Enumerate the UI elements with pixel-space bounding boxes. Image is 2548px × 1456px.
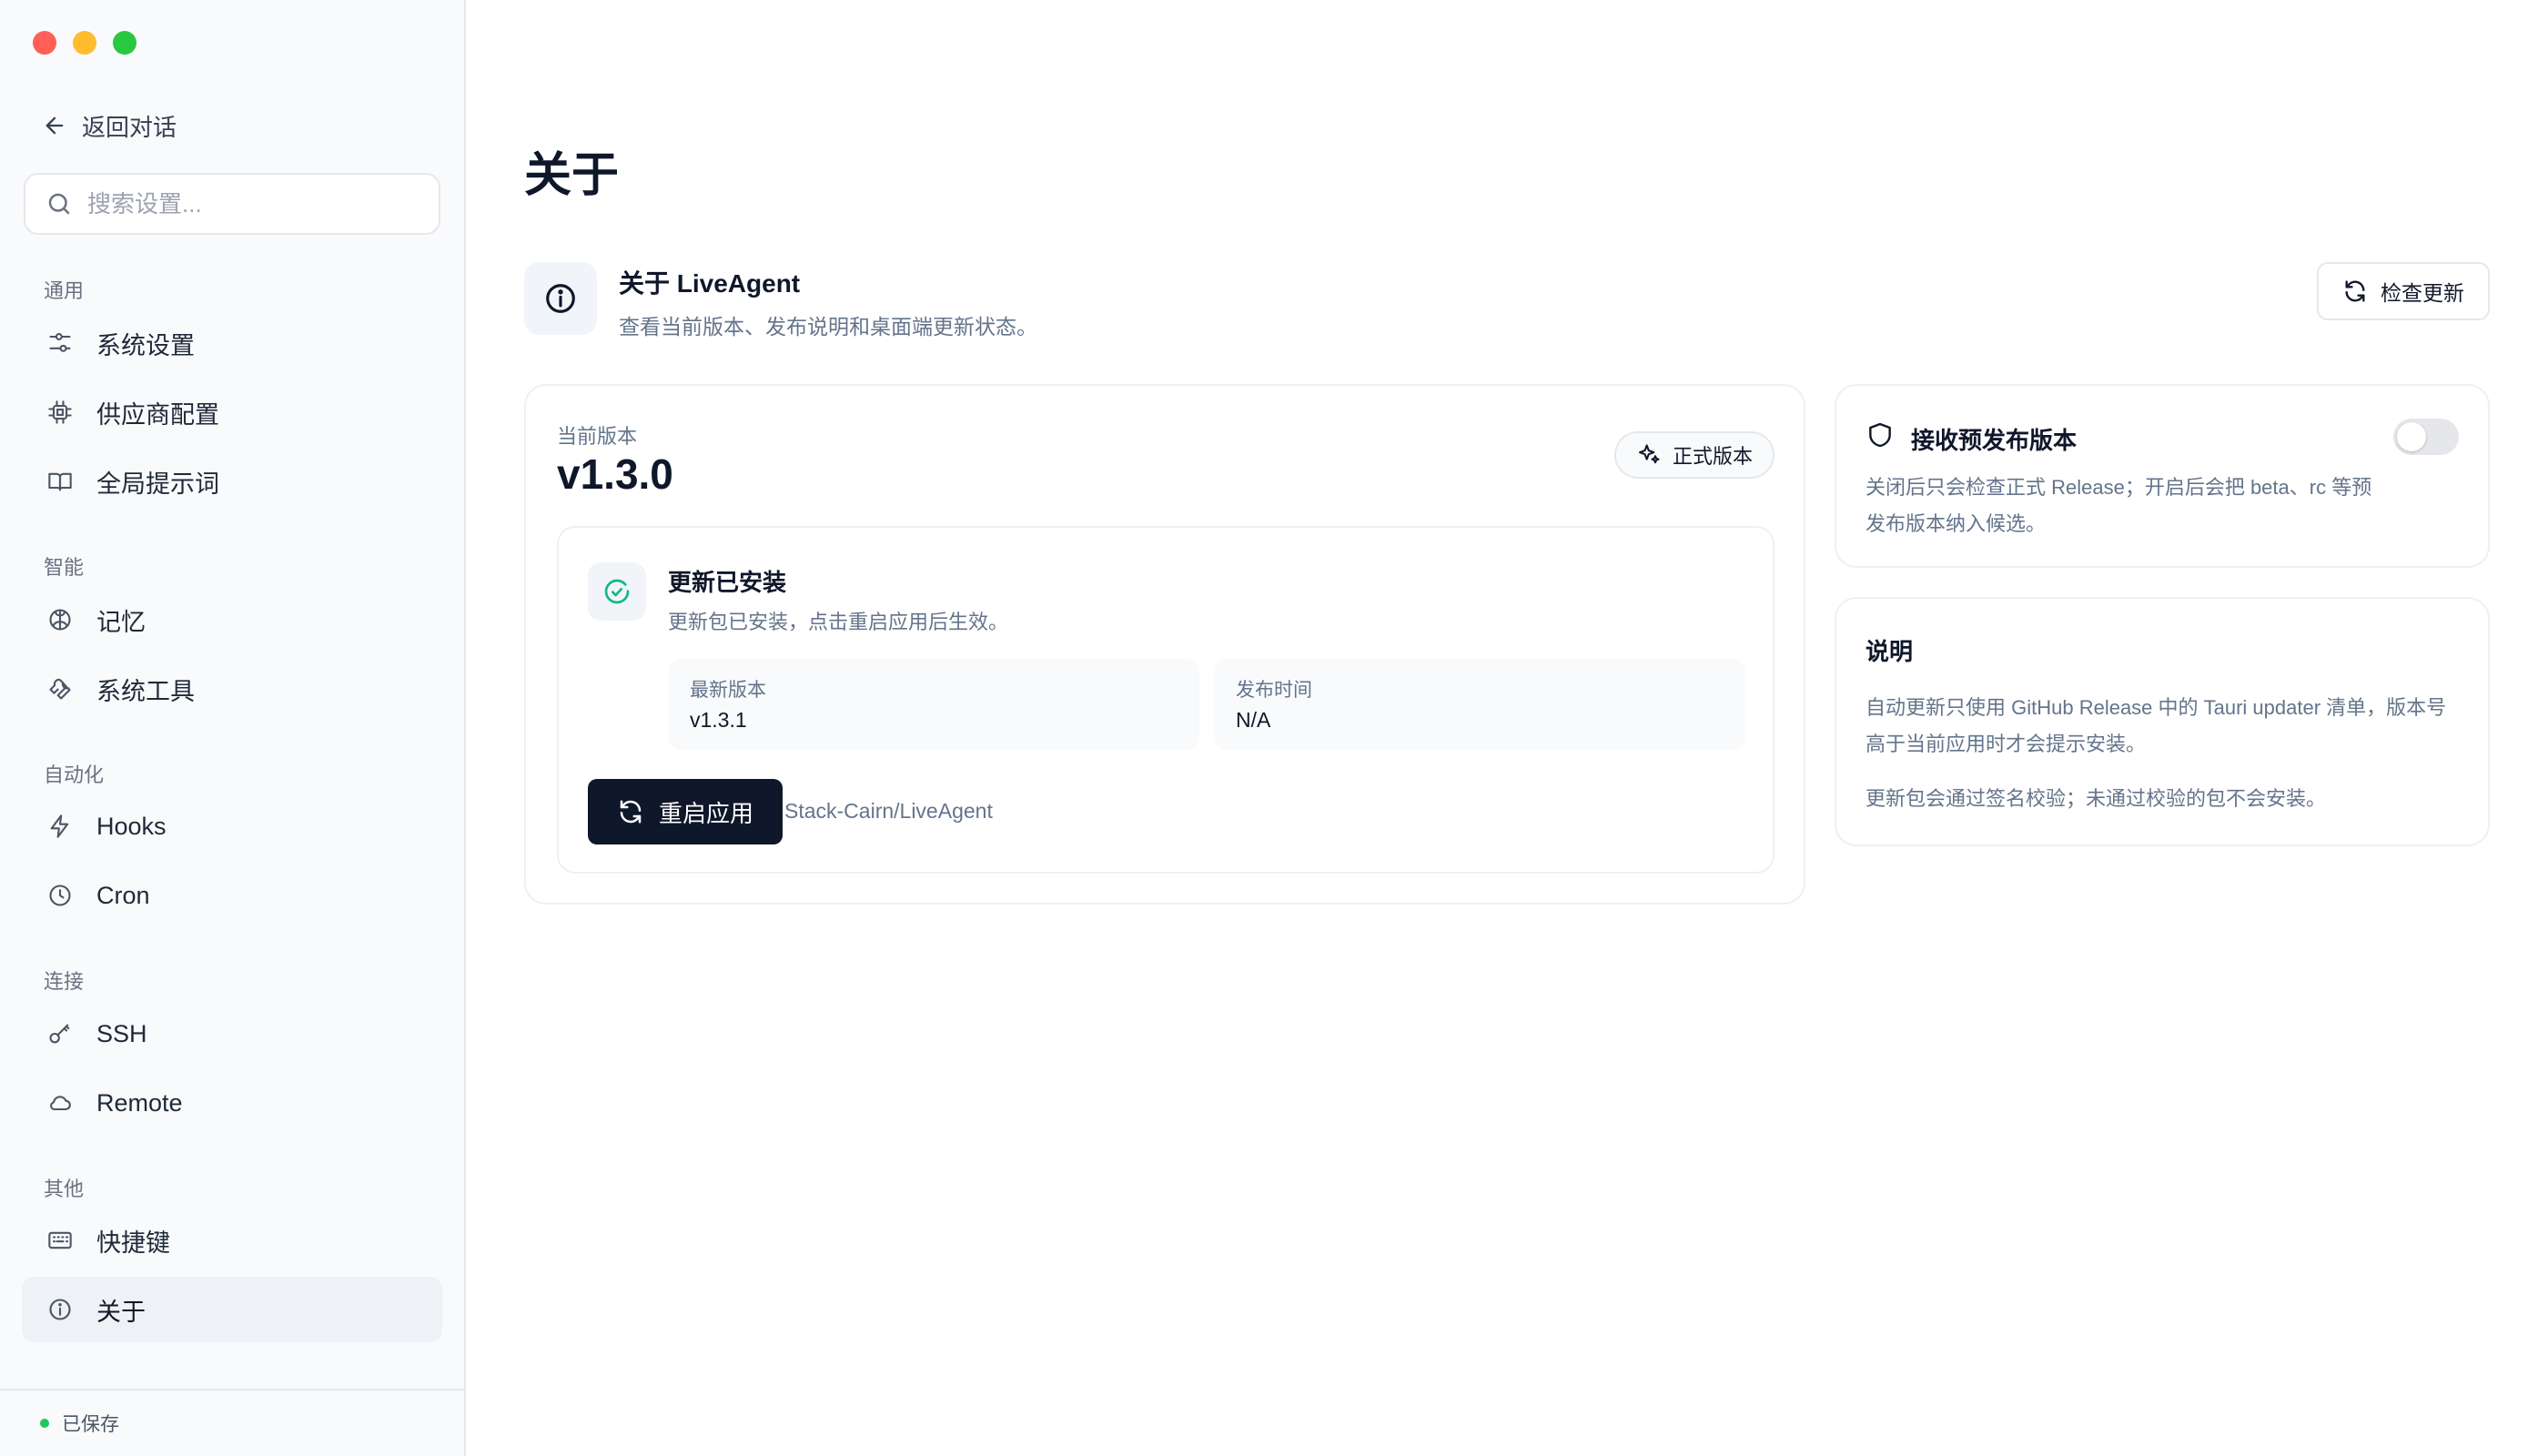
search-icon — [48, 193, 70, 215]
about-title: 关于 LiveAgent — [619, 269, 801, 298]
sidebar-item-system-tools[interactable]: 系统工具 — [22, 656, 442, 722]
save-status: 已保存 — [0, 1389, 464, 1456]
nav-section-other: 其他 — [44, 1178, 85, 1200]
sidebar-item-label: 系统设置 — [96, 331, 195, 359]
notes-paragraph: 更新包会通过签名校验；未通过校验的包不会安装。 — [1866, 787, 2327, 810]
repo-link[interactable]: Stack-Cairn/LiveAgent — [784, 799, 993, 824]
wrench-icon — [49, 678, 71, 700]
sidebar-item-system-settings[interactable]: 系统设置 — [22, 310, 442, 376]
settings-window: 返回对话 通用 系统设置 供应商配置 全局提示词 智能 记忆 系统工具 — [0, 0, 2548, 1456]
notes-paragraph: 自动更新只使用 GitHub Release 中的 Tauri updater … — [1866, 696, 2447, 755]
shield-icon — [1869, 422, 1891, 448]
sidebar-item-label: 记忆 — [96, 608, 146, 636]
release-date-value: N/A — [1236, 708, 1271, 732]
check-update-label: 检查更新 — [2381, 281, 2464, 305]
arrow-left-icon — [46, 116, 64, 135]
sidebar-item-cron[interactable]: Cron — [22, 863, 442, 928]
latest-version-value: v1.3.1 — [690, 708, 747, 732]
restart-app-button[interactable]: 重启应用 — [588, 779, 784, 844]
back-to-chat-link[interactable]: 返回对话 — [42, 107, 177, 144]
latest-version-box: 最新版本 v1.3.1 — [668, 659, 1199, 750]
brain-icon — [49, 609, 71, 631]
cloud-icon — [50, 1096, 71, 1111]
key-icon — [49, 1024, 70, 1044]
sidebar-item-label: Remote — [96, 1088, 183, 1117]
sidebar-item-global-prompt[interactable]: 全局提示词 — [22, 449, 442, 514]
info-icon — [49, 1299, 71, 1320]
sidebar-item-label: 系统工具 — [96, 677, 195, 705]
settings-search-input[interactable] — [87, 189, 415, 218]
sidebar-item-label: SSH — [96, 1019, 147, 1047]
about-header: 关于 LiveAgent 查看当前版本、发布说明和桌面端更新状态。 检查更新 — [524, 262, 2490, 339]
book-icon — [48, 472, 72, 491]
refresh-icon — [2345, 280, 2365, 302]
status-dot-icon — [40, 1419, 49, 1428]
sidebar-item-remote[interactable]: Remote — [22, 1070, 442, 1136]
release-date-box: 发布时间 N/A — [1214, 659, 1745, 750]
page-title: 关于 — [524, 149, 620, 202]
sliders-icon — [49, 333, 71, 352]
nav-section-automation: 自动化 — [44, 763, 105, 786]
sidebar: 返回对话 通用 系统设置 供应商配置 全局提示词 智能 记忆 系统工具 — [0, 0, 466, 1456]
maximize-window-button[interactable] — [113, 31, 136, 55]
nav-section-general: 通用 — [44, 279, 85, 302]
sidebar-item-label: 全局提示词 — [96, 470, 219, 498]
sidebar-item-provider-config[interactable]: 供应商配置 — [22, 379, 442, 445]
check-circle-icon — [604, 579, 630, 604]
sidebar-item-label: 供应商配置 — [96, 400, 219, 429]
stable-release-badge: 正式版本 — [1613, 431, 1774, 479]
close-window-button[interactable] — [33, 31, 56, 55]
current-version-label: 当前版本 — [557, 425, 638, 448]
sidebar-item-hooks[interactable]: Hooks — [22, 794, 442, 859]
prerelease-desc: 关闭后只会检查正式 Release；开启后会把 beta、rc 等预发布版本纳入… — [1866, 476, 2372, 535]
about-icon-box — [524, 262, 597, 335]
sidebar-item-label: 关于 — [96, 1298, 146, 1326]
toggle-knob — [2397, 422, 2426, 451]
sidebar-item-label: 快捷键 — [96, 1228, 170, 1257]
sidebar-item-label: Cron — [96, 881, 150, 909]
restart-app-label: 重启应用 — [659, 799, 754, 827]
keyboard-icon — [48, 1231, 72, 1249]
update-installed-desc: 更新包已安装，点击重启应用后生效。 — [668, 611, 1009, 633]
refresh-icon — [620, 800, 642, 824]
clock-icon — [49, 885, 71, 906]
chip-icon — [48, 400, 72, 424]
sidebar-item-label: Hooks — [96, 812, 167, 840]
check-update-button[interactable]: 检查更新 — [2317, 262, 2490, 320]
update-installed-title: 更新已安装 — [668, 569, 787, 596]
info-icon — [546, 284, 575, 313]
prerelease-card: 接收预发布版本 关闭后只会检查正式 Release；开启后会把 beta、rc … — [1835, 384, 2490, 568]
lightning-icon — [50, 814, 69, 838]
sparkles-icon — [1639, 444, 1660, 464]
minimize-window-button[interactable] — [73, 31, 96, 55]
notes-card: 说明 自动更新只使用 GitHub Release 中的 Tauri updat… — [1835, 597, 2490, 846]
sidebar-item-ssh[interactable]: SSH — [22, 1001, 442, 1067]
sidebar-item-shortcuts[interactable]: 快捷键 — [22, 1208, 442, 1273]
release-date-label: 发布时间 — [1236, 680, 1312, 701]
window-controls — [33, 31, 136, 55]
prerelease-toggle[interactable] — [2393, 419, 2459, 455]
save-status-label: 已保存 — [62, 1414, 119, 1435]
about-subtitle: 查看当前版本、发布说明和桌面端更新状态。 — [619, 315, 1037, 339]
sidebar-item-about[interactable]: 关于 — [22, 1277, 442, 1342]
sidebar-item-memory[interactable]: 记忆 — [22, 587, 442, 652]
update-installed-panel: 更新已安装 更新包已安装，点击重启应用后生效。 最新版本 v1.3.1 发布时间… — [557, 526, 1774, 874]
settings-search[interactable] — [24, 173, 440, 235]
latest-version-label: 最新版本 — [690, 680, 766, 701]
version-card: 当前版本 v1.3.0 正式版本 更新已安装 更新包已安装，点击重启应用后生效。… — [524, 384, 1805, 905]
stable-release-label: 正式版本 — [1672, 445, 1753, 468]
prerelease-title: 接收预发布版本 — [1911, 427, 2078, 454]
current-version-value: v1.3.0 — [557, 450, 673, 498]
notes-title: 说明 — [1866, 638, 1914, 665]
installed-icon-box — [588, 562, 646, 621]
nav-section-connection: 连接 — [44, 970, 85, 993]
back-to-chat-label: 返回对话 — [82, 113, 177, 141]
nav-section-intelligence: 智能 — [44, 556, 85, 579]
